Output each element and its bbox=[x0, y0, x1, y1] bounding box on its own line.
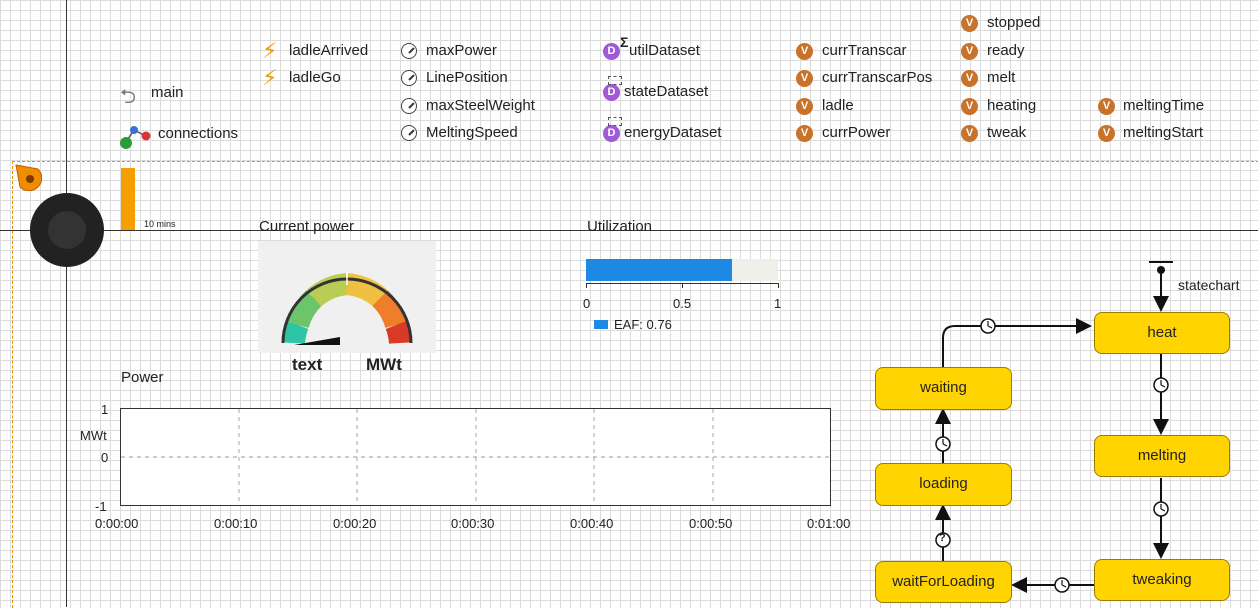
state-melting[interactable]: melting bbox=[1094, 435, 1230, 477]
statechart-transitions bbox=[935, 261, 1173, 593]
state-tweaking[interactable]: tweaking bbox=[1094, 559, 1230, 601]
transition-condition-glyph: ? bbox=[939, 532, 946, 544]
state-waitForLoading[interactable]: waitForLoading bbox=[875, 561, 1012, 603]
state-heat[interactable]: heat bbox=[1094, 312, 1230, 354]
state-loading[interactable]: loading bbox=[875, 463, 1012, 506]
statechart-label[interactable]: statechart bbox=[1178, 276, 1239, 294]
state-waiting[interactable]: waiting bbox=[875, 367, 1012, 410]
